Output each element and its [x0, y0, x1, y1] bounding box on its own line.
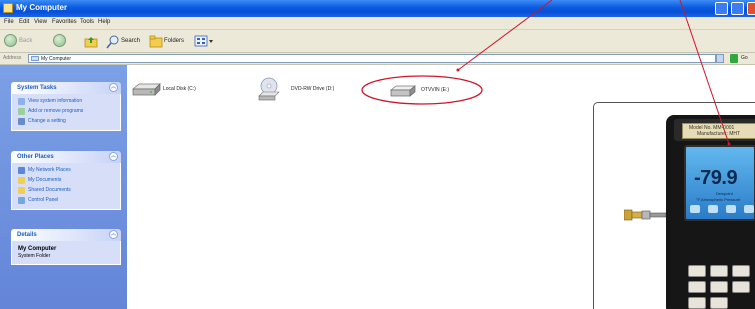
- explorer-window: My Computer File Edit View Favorites Too…: [0, 0, 755, 309]
- pointer-line: [679, 0, 730, 145]
- pointer-line: [457, 0, 553, 71]
- pointer-dot: [727, 142, 731, 146]
- annotation-overlay: [361, 0, 731, 146]
- pointer-dot: [456, 68, 460, 72]
- highlight-ellipse: [361, 75, 483, 105]
